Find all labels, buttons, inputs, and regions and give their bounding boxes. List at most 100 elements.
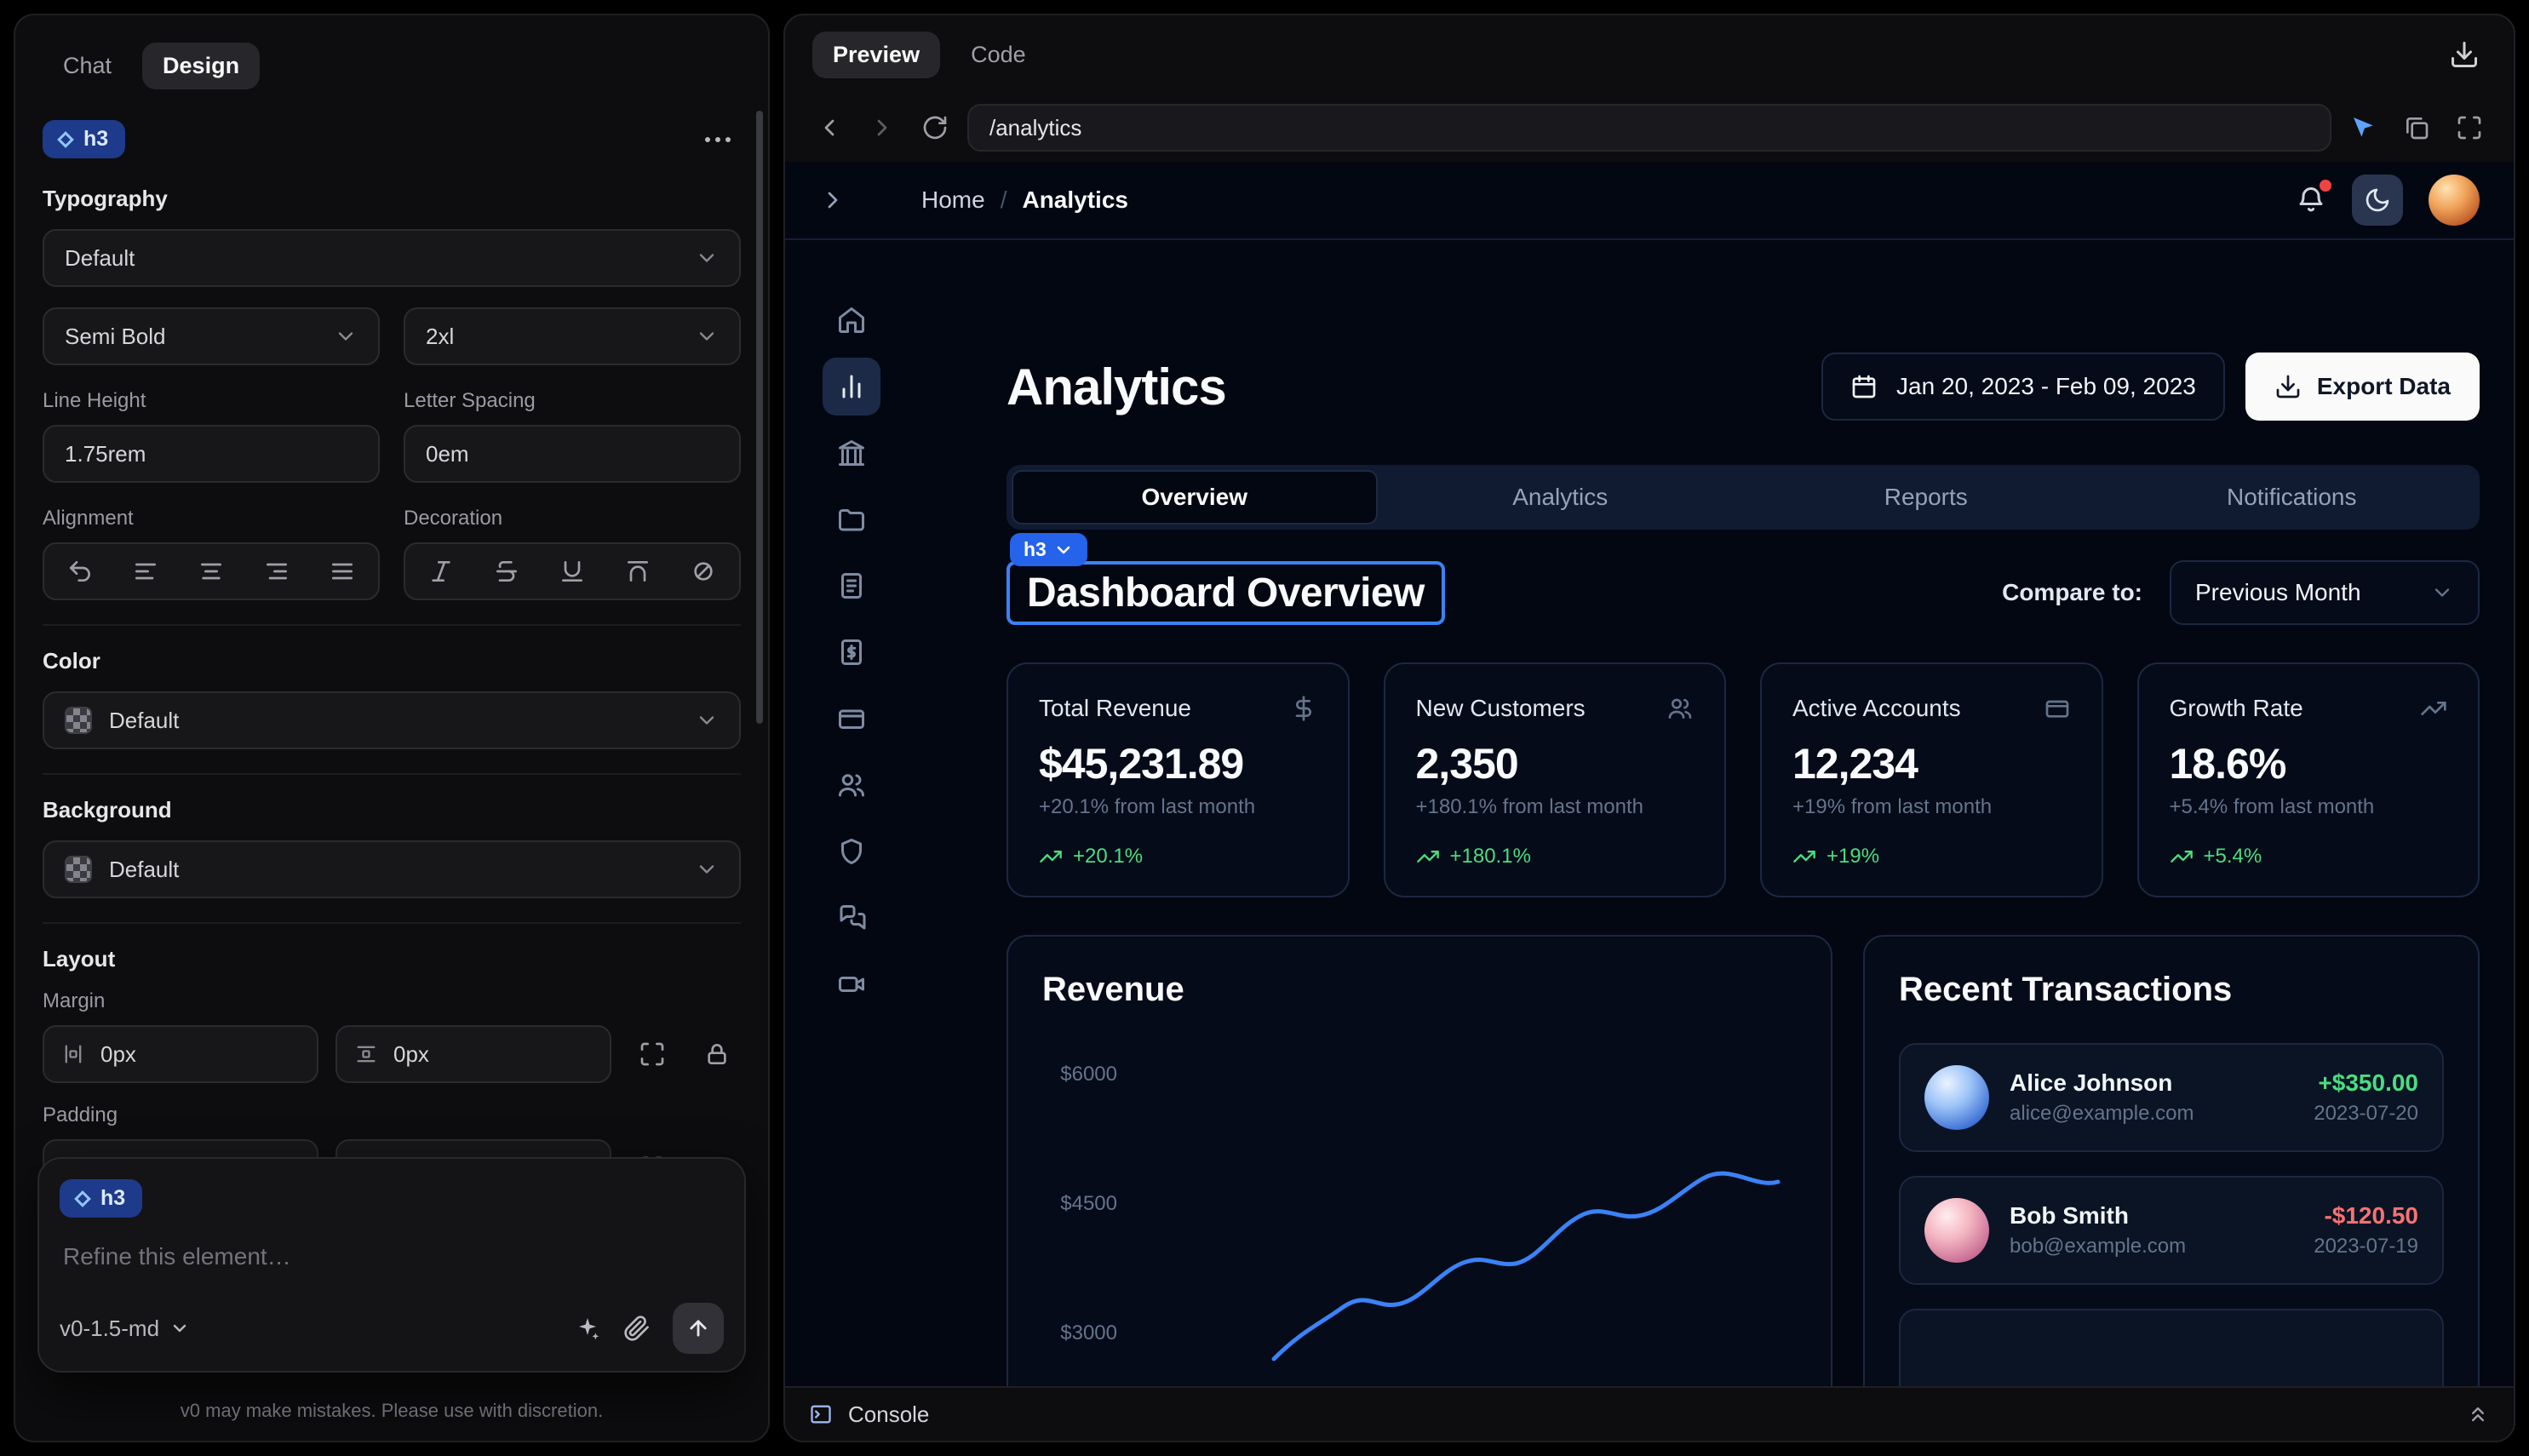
transaction-date: 2023-07-20 bbox=[2314, 1102, 2418, 1126]
tab-notifications[interactable]: Notifications bbox=[2109, 470, 2475, 525]
margin-expand-button[interactable] bbox=[628, 1030, 676, 1078]
composer-element-chip[interactable]: h3 bbox=[60, 1179, 142, 1218]
stat-card-active-accounts: Active Accounts 12,234 +19% from last mo… bbox=[1760, 662, 2103, 897]
align-right-icon bbox=[263, 558, 290, 585]
composer-input[interactable]: Refine this element… bbox=[63, 1243, 720, 1270]
rail-video-icon[interactable] bbox=[823, 955, 880, 1013]
stat-title: New Customers bbox=[1416, 695, 1586, 722]
font-family-select[interactable]: Default bbox=[43, 229, 741, 287]
rail-security-icon[interactable] bbox=[823, 823, 880, 880]
margin-horizontal-icon bbox=[61, 1042, 85, 1066]
preview-viewport: Home / Analytics bbox=[785, 162, 2514, 1386]
undo-button[interactable] bbox=[51, 547, 109, 595]
font-size-select[interactable]: 2xl bbox=[404, 307, 741, 365]
rail-organization-icon[interactable] bbox=[823, 424, 880, 482]
tab-analytics[interactable]: Analytics bbox=[1378, 470, 1744, 525]
more-options-button[interactable] bbox=[695, 127, 741, 152]
collapse-console-button[interactable] bbox=[2466, 1402, 2490, 1426]
console-bar[interactable]: Console bbox=[785, 1386, 2514, 1441]
strikethrough-button[interactable] bbox=[478, 547, 536, 595]
tab-chat[interactable]: Chat bbox=[43, 43, 132, 89]
italic-button[interactable] bbox=[412, 547, 470, 595]
stat-card-new-customers: New Customers 2,350 +180.1% from last mo… bbox=[1384, 662, 1727, 897]
stat-cards: Total Revenue $45,231.89 +20.1% from las… bbox=[1006, 662, 2480, 897]
panel-scrollbar[interactable] bbox=[756, 111, 763, 724]
rail-payments-icon[interactable] bbox=[823, 690, 880, 748]
send-button[interactable] bbox=[673, 1303, 724, 1354]
rail-customers-icon[interactable] bbox=[823, 756, 880, 814]
tab-code[interactable]: Code bbox=[950, 32, 1047, 78]
font-family-value: Default bbox=[65, 245, 135, 272]
color-select[interactable]: Default bbox=[43, 691, 741, 749]
back-button[interactable] bbox=[809, 107, 850, 148]
theme-toggle[interactable] bbox=[2352, 175, 2403, 226]
tab-preview[interactable]: Preview bbox=[812, 32, 940, 78]
model-select[interactable]: v0-1.5-md bbox=[60, 1316, 190, 1342]
breadcrumb-home[interactable]: Home bbox=[921, 186, 985, 214]
rail-projects-icon[interactable] bbox=[823, 490, 880, 548]
rail-notes-icon[interactable] bbox=[823, 557, 880, 615]
download-button[interactable] bbox=[2442, 32, 2486, 77]
enhance-prompt-button[interactable] bbox=[574, 1315, 601, 1342]
align-right-button[interactable] bbox=[248, 547, 306, 595]
underline-button[interactable] bbox=[543, 547, 601, 595]
italic-icon bbox=[427, 558, 455, 585]
trending-up-icon bbox=[1039, 845, 1063, 868]
background-select[interactable]: Default bbox=[43, 840, 741, 898]
chevron-down-icon bbox=[695, 708, 719, 732]
letter-spacing-label: Letter Spacing bbox=[404, 389, 741, 413]
refresh-button[interactable] bbox=[915, 107, 955, 148]
users-icon bbox=[1666, 695, 1694, 722]
underline-icon bbox=[559, 558, 586, 585]
chevron-down-icon bbox=[334, 324, 358, 348]
chevron-down-icon bbox=[695, 246, 719, 270]
breadcrumb-separator: / bbox=[1001, 186, 1007, 214]
compare-select[interactable]: Previous Month bbox=[2170, 560, 2480, 625]
clear-decoration-button[interactable] bbox=[674, 547, 732, 595]
sidebar-toggle[interactable] bbox=[819, 186, 846, 214]
rail-home-icon[interactable] bbox=[823, 291, 880, 349]
fullscreen-button[interactable] bbox=[2449, 107, 2490, 148]
url-input[interactable] bbox=[967, 104, 2331, 152]
margin-y-input[interactable]: 0px bbox=[335, 1025, 611, 1083]
transaction-amount: +$350.00 bbox=[2314, 1069, 2418, 1097]
inspect-button[interactable] bbox=[2343, 107, 2384, 148]
element-selector-chip[interactable]: h3 bbox=[1010, 533, 1087, 566]
forward-button[interactable] bbox=[862, 107, 903, 148]
export-data-button[interactable]: Export Data bbox=[2245, 353, 2480, 421]
transaction-email: alice@example.com bbox=[2010, 1102, 2293, 1126]
align-center-button[interactable] bbox=[182, 547, 240, 595]
letter-spacing-input[interactable]: 0em bbox=[404, 425, 741, 483]
tab-reports[interactable]: Reports bbox=[1743, 470, 2109, 525]
margin-y-value: 0px bbox=[393, 1041, 429, 1068]
fullscreen-icon bbox=[2456, 114, 2483, 141]
notifications-button[interactable] bbox=[2296, 185, 2326, 215]
rail-billing-icon[interactable] bbox=[823, 623, 880, 681]
trending-up-icon bbox=[1416, 845, 1440, 868]
tab-design[interactable]: Design bbox=[142, 43, 260, 89]
attach-button[interactable] bbox=[623, 1315, 651, 1342]
overline-button[interactable] bbox=[609, 547, 667, 595]
arrow-up-icon bbox=[686, 1316, 710, 1340]
date-range-button[interactable]: Jan 20, 2023 - Feb 09, 2023 bbox=[1821, 353, 2225, 421]
refine-composer: h3 Refine this element… v0-1.5-md bbox=[37, 1157, 746, 1373]
copy-preview-button[interactable] bbox=[2396, 107, 2437, 148]
align-left-button[interactable] bbox=[117, 547, 175, 595]
font-weight-select[interactable]: Semi Bold bbox=[43, 307, 380, 365]
transaction-amount: -$120.50 bbox=[2314, 1202, 2418, 1230]
transaction-name: Bob Smith bbox=[2010, 1202, 2293, 1230]
alignment-label: Alignment bbox=[43, 507, 380, 530]
trending-up-icon bbox=[2420, 695, 2447, 722]
rail-analytics-icon[interactable] bbox=[823, 358, 880, 416]
tab-overview[interactable]: Overview bbox=[1012, 470, 1378, 525]
align-justify-button[interactable] bbox=[313, 547, 371, 595]
user-avatar[interactable] bbox=[2429, 175, 2480, 226]
margin-lock-button[interactable] bbox=[693, 1030, 741, 1078]
selected-element-chip[interactable]: h3 bbox=[43, 120, 125, 158]
section-heading-selected[interactable]: Dashboard Overview bbox=[1006, 561, 1445, 625]
download-icon bbox=[2274, 373, 2302, 400]
line-height-input[interactable]: 1.75rem bbox=[43, 425, 380, 483]
rail-messages-icon[interactable] bbox=[823, 889, 880, 947]
layout-section-label: Layout bbox=[43, 946, 741, 972]
margin-x-input[interactable]: 0px bbox=[43, 1025, 318, 1083]
